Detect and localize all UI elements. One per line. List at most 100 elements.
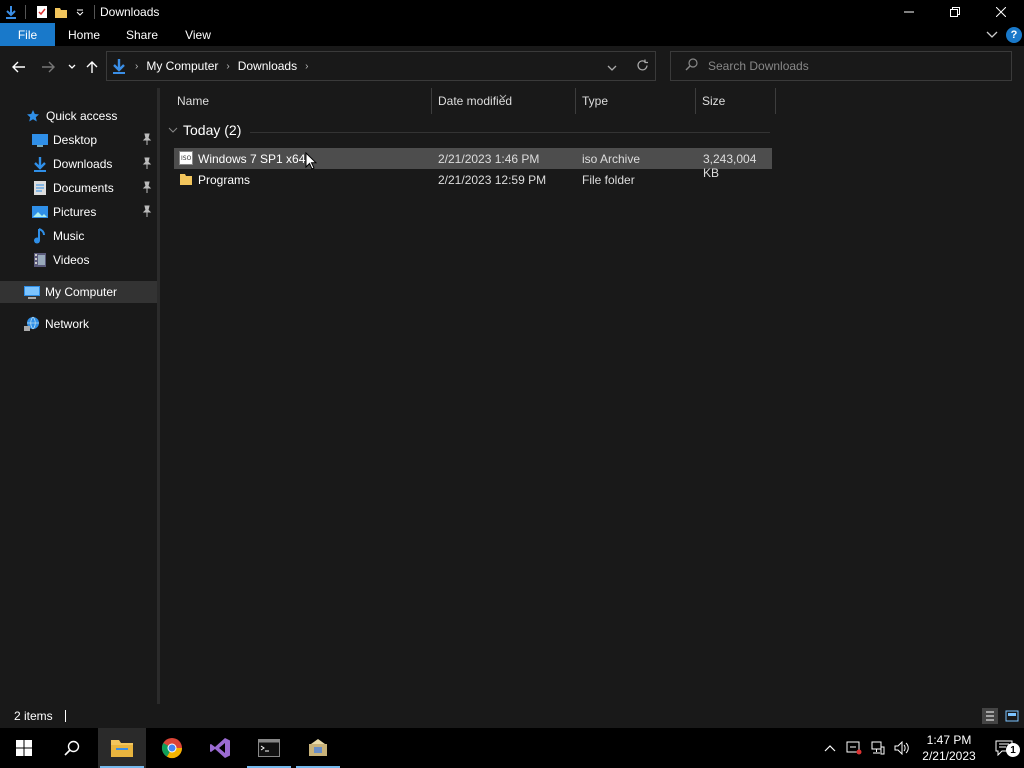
start-button[interactable] [0, 728, 48, 768]
column-divider[interactable] [695, 88, 696, 114]
chrome-taskbar-button[interactable] [148, 728, 196, 768]
taskbar: 1:47 PM 2/21/2023 1 [0, 728, 1024, 768]
sidebar-item-desktop[interactable]: Desktop [0, 129, 157, 151]
pin-icon[interactable] [142, 133, 154, 147]
divider [64, 710, 66, 722]
network-status-icon[interactable] [866, 728, 890, 768]
breadcrumb-downloads[interactable]: Downloads [238, 59, 297, 73]
column-divider[interactable] [575, 88, 576, 114]
file-name: Windows 7 SP1 x64 [198, 152, 306, 166]
up-button[interactable] [83, 58, 101, 76]
close-button[interactable] [978, 0, 1024, 23]
chevron-right-icon[interactable]: › [226, 61, 229, 72]
column-header-type[interactable]: Type [582, 88, 608, 114]
sidebar-item-label: Desktop [53, 133, 98, 147]
volume-icon[interactable] [890, 728, 914, 768]
sidebar-item-music[interactable]: Music [0, 225, 157, 247]
breadcrumb-my-computer[interactable]: My Computer [146, 59, 218, 73]
file-date: 2/21/2023 1:46 PM [438, 152, 540, 166]
table-row[interactable]: ISO Windows 7 SP1 x64 2/21/2023 1:46 PM … [174, 148, 772, 180]
notification-count-badge: 1 [1006, 743, 1020, 757]
chevron-down-icon[interactable] [72, 4, 88, 20]
address-bar[interactable]: › My Computer › Downloads › [106, 51, 656, 81]
pin-icon[interactable] [142, 205, 154, 219]
window-title: Downloads [100, 4, 160, 19]
file-explorer-taskbar-button[interactable] [98, 728, 146, 768]
sidebar-item-quick-access[interactable]: Quick access [0, 105, 157, 127]
download-arrow-icon [32, 156, 48, 172]
restore-button[interactable] [932, 0, 978, 23]
search-box[interactable]: Search Downloads [670, 51, 1012, 81]
window-controls [886, 0, 1024, 23]
group-header-today[interactable]: Today (2) [168, 122, 241, 138]
table-row[interactable]: Programs 2/21/2023 12:59 PM File folder [174, 169, 772, 190]
documents-icon [32, 180, 48, 196]
sidebar-item-videos[interactable]: Videos [0, 249, 157, 271]
file-list: Name Date modified Type Size Today (2) I… [160, 88, 1024, 704]
sidebar-item-my-computer[interactable]: My Computer [0, 281, 157, 303]
refresh-icon[interactable] [636, 59, 649, 75]
chevron-down-icon[interactable] [168, 123, 178, 137]
back-button[interactable] [10, 58, 28, 76]
pictures-icon [32, 204, 48, 220]
iso-file-icon: ISO [179, 151, 193, 168]
sidebar-item-label: Pictures [53, 205, 97, 219]
visual-studio-taskbar-button[interactable] [196, 728, 244, 768]
sidebar-item-downloads[interactable]: Downloads [0, 153, 157, 175]
chevron-right-icon[interactable]: › [305, 61, 308, 72]
app-taskbar-button[interactable] [294, 728, 342, 768]
new-folder-icon[interactable] [53, 4, 69, 20]
search-input[interactable]: Search Downloads [708, 59, 809, 73]
clock[interactable]: 1:47 PM 2/21/2023 [914, 732, 984, 764]
tab-file[interactable]: File [0, 23, 55, 46]
file-type: File folder [582, 173, 635, 187]
file-type: iso Archive [582, 152, 641, 166]
title-bar: Downloads [0, 0, 1024, 23]
column-divider[interactable] [431, 88, 432, 114]
chrome-icon [161, 738, 183, 759]
clock-time: 1:47 PM [926, 733, 972, 747]
sidebar-item-documents[interactable]: Documents [0, 177, 157, 199]
recent-locations-button[interactable] [63, 58, 81, 76]
column-header-name[interactable]: Name [177, 88, 209, 114]
properties-icon[interactable] [34, 4, 50, 20]
download-arrow-icon[interactable] [3, 4, 19, 20]
music-icon [32, 228, 48, 244]
tab-view[interactable]: View [171, 23, 225, 46]
quick-access-toolbar [0, 0, 100, 23]
folder-icon [111, 740, 133, 757]
pin-icon[interactable] [142, 181, 154, 195]
expand-ribbon-icon[interactable] [986, 28, 998, 42]
action-center-button[interactable]: 1 [984, 728, 1024, 768]
forward-button[interactable] [39, 58, 57, 76]
terminal-taskbar-button[interactable] [245, 728, 293, 768]
group-divider [250, 132, 770, 133]
divider [94, 4, 95, 19]
sidebar-item-label: My Computer [45, 285, 118, 299]
sidebar-item-network[interactable]: Network [0, 313, 157, 335]
windows-logo-icon [16, 740, 32, 756]
computer-icon [24, 284, 40, 300]
help-icon[interactable]: ? [1006, 26, 1022, 43]
item-count: 2 items [14, 709, 53, 723]
svg-text:ISO: ISO [181, 155, 192, 162]
sidebar-item-label: Music [53, 229, 85, 243]
chevron-up-icon[interactable] [818, 728, 842, 768]
status-bar: 2 items [0, 704, 1024, 728]
sidebar-item-label: Documents [53, 181, 114, 195]
details-view-icon[interactable] [982, 708, 998, 724]
security-icon[interactable] [842, 728, 866, 768]
search-button[interactable] [48, 728, 96, 768]
sidebar-item-pictures[interactable]: Pictures [0, 201, 157, 223]
column-header-size[interactable]: Size [702, 88, 725, 114]
address-history-icon[interactable] [607, 61, 617, 75]
tab-share[interactable]: Share [113, 23, 171, 46]
pin-icon[interactable] [142, 157, 154, 171]
minimize-button[interactable] [886, 0, 932, 23]
column-divider[interactable] [775, 88, 776, 114]
large-icons-view-icon[interactable] [1004, 708, 1020, 724]
installer-icon [309, 739, 327, 756]
tab-home[interactable]: Home [55, 23, 113, 46]
terminal-icon [258, 739, 280, 757]
chevron-right-icon[interactable]: › [135, 61, 138, 72]
